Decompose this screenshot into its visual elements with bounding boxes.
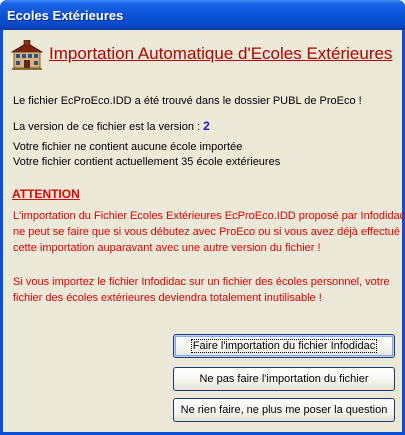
never-ask-button[interactable]: Ne rien faire, ne plus me poser la quest…	[173, 398, 395, 422]
warning-line-3: cette importation auparavant avec une au…	[13, 242, 321, 254]
skip-import-button[interactable]: Ne pas faire l'importation du fichier	[173, 367, 395, 391]
title-bar[interactable]: Ecoles Extérieures	[0, 0, 405, 30]
dialog-body: Importation Automatique d'Ecoles Extérie…	[3, 30, 405, 432]
dialog-window: Ecoles Extérieures Importation Automatiq…	[0, 0, 405, 435]
version-label: La version de ce fichier est la version …	[13, 121, 201, 133]
no-school-text: Votre fichier ne contient aucune école i…	[13, 141, 243, 153]
warning-line-2: ne peut se faire que si vous débutez ave…	[13, 226, 400, 238]
warning-line-1: L'importation du Fichier Ecoles Extérieu…	[13, 210, 405, 222]
version-value: 2	[203, 119, 210, 133]
warning-line-4: Si vous importez le fichier Infodidac su…	[13, 276, 390, 288]
never-ask-button-label: Ne rien faire, ne plus me poser la quest…	[180, 404, 388, 416]
version-line: La version de ce fichier est la version …	[13, 119, 210, 133]
attention-heading: ATTENTION	[12, 187, 80, 201]
file-found-text: Le fichier EcProEco.IDD a été trouvé dan…	[13, 95, 362, 107]
import-button[interactable]: Faire l'importation du fichier Infodidac	[173, 334, 395, 358]
warning-line-5: fichier des écoles extérieures deviendra…	[13, 292, 322, 304]
dialog-heading: Importation Automatique d'Ecoles Extérie…	[49, 44, 393, 63]
import-button-label: Faire l'importation du fichier Infodidac	[190, 339, 378, 353]
school-building-icon	[11, 40, 43, 70]
school-count-text: Votre fichier contient actuellement 35 é…	[13, 156, 281, 168]
skip-import-button-label: Ne pas faire l'importation du fichier	[199, 373, 369, 385]
window-title: Ecoles Extérieures	[7, 8, 124, 23]
